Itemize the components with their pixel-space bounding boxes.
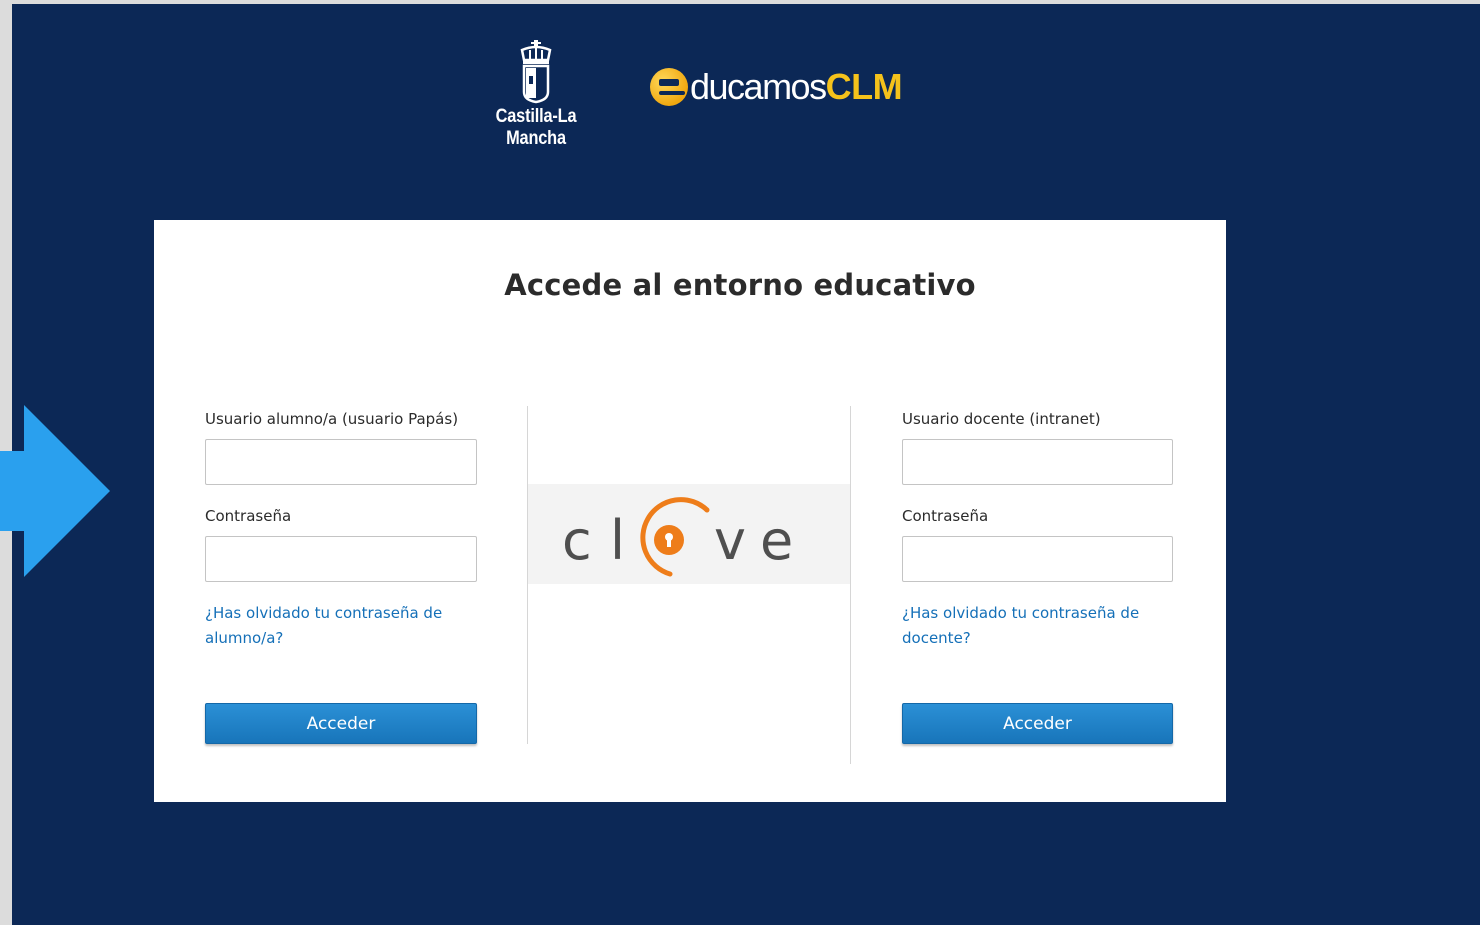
clave-letter-e: e — [760, 509, 793, 572]
teacher-user-label: Usuario docente (intranet) — [902, 410, 1101, 428]
teacher-password-label: Contraseña — [902, 507, 989, 525]
brand-text-clm: CLM — [825, 66, 903, 107]
clave-letter-l: l — [610, 509, 625, 572]
clave-logo: c l v e — [562, 497, 793, 577]
educamos-clm-logo: ducamos CLM — [650, 62, 903, 112]
teacher-password-input[interactable] — [902, 536, 1173, 582]
clave-at-lock-icon — [640, 497, 710, 577]
student-forgot-line-1: ¿Has olvidado tu contraseña de — [205, 604, 443, 622]
crown-shield-icon — [520, 40, 552, 104]
castilla-la-mancha-logo: Castilla-La Mancha — [456, 40, 616, 149]
student-forgot-line-2: alumno/a? — [205, 629, 284, 647]
column-divider-right — [850, 406, 851, 764]
student-user-label: Usuario alumno/a (usuario Papás) — [205, 410, 459, 428]
clave-letter-c: c — [562, 509, 592, 572]
brand-text: ducamos — [690, 66, 827, 107]
student-password-label: Contraseña — [205, 507, 292, 525]
teacher-user-input[interactable] — [902, 439, 1173, 485]
student-user-input[interactable] — [205, 439, 477, 485]
clave-letter-v: v — [714, 509, 746, 572]
page-title: Accede al entorno educativo — [504, 268, 976, 302]
student-forgot-password-link[interactable]: ¿Has olvidado tu contraseña de alumno/a? — [205, 601, 442, 651]
student-access-button[interactable]: Acceder — [205, 703, 477, 744]
educamos-e-icon — [650, 68, 688, 106]
region-logo-text: Castilla-La Mancha — [495, 106, 577, 149]
arrow-right-icon — [0, 405, 110, 577]
teacher-access-button[interactable]: Acceder — [902, 703, 1173, 744]
student-password-input[interactable] — [205, 536, 477, 582]
teacher-forgot-password-link[interactable]: ¿Has olvidado tu contraseña de docente? — [902, 601, 1139, 651]
teacher-forgot-line-1: ¿Has olvidado tu contraseña de — [902, 604, 1140, 622]
teacher-forgot-line-2: docente? — [902, 629, 971, 647]
clave-login-button[interactable]: c l v e — [528, 484, 850, 584]
